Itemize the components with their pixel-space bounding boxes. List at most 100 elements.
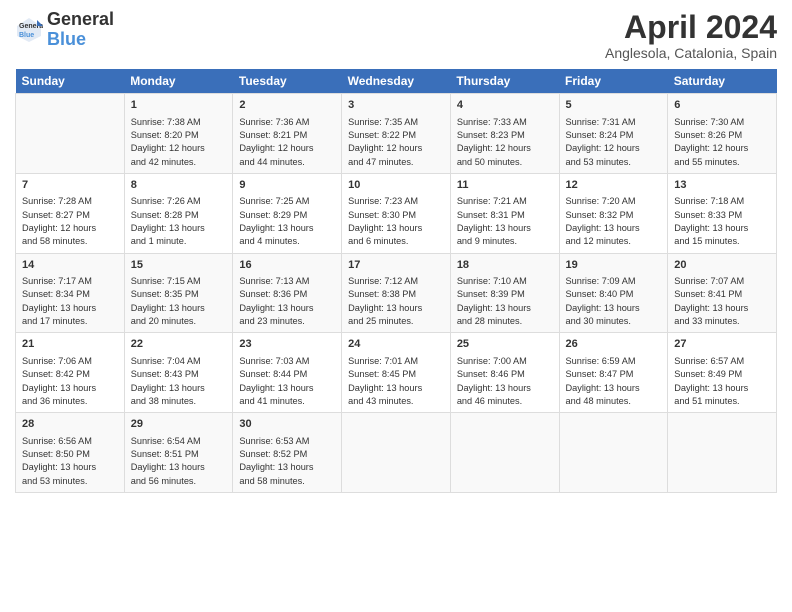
cell-content: Sunrise: 7:06 AMSunset: 8:42 PMDaylight:… [22, 355, 118, 408]
week-row: 14 Sunrise: 7:17 AMSunset: 8:34 PMDayligh… [16, 253, 777, 333]
table-cell: 4Sunrise: 7:33 AMSunset: 8:23 PMDaylight… [450, 94, 559, 174]
cell-content: Sunrise: 7:21 AMSunset: 8:31 PMDaylight:… [457, 195, 553, 248]
table-cell: 17Sunrise: 7:12 AMSunset: 8:38 PMDayligh… [342, 253, 451, 333]
day-number: 4 [457, 98, 553, 113]
day-number: 22 [131, 337, 227, 352]
cell-content: Sunrise: 7:12 AMSunset: 8:38 PMDaylight:… [348, 275, 444, 328]
table-cell: 20Sunrise: 7:07 AMSunset: 8:41 PMDayligh… [668, 253, 777, 333]
table-cell: 29Sunrise: 6:54 AMSunset: 8:51 PMDayligh… [124, 413, 233, 493]
day-number: 6 [674, 98, 770, 113]
day-number: 5 [566, 98, 662, 113]
cell-content: Sunrise: 7:04 AMSunset: 8:43 PMDaylight:… [131, 355, 227, 408]
table-cell: 1 Sunrise: 7:38 AMSunset: 8:20 PMDaylight… [124, 94, 233, 174]
table-cell [342, 413, 451, 493]
day-number: 16 [239, 258, 335, 273]
table-cell: 19 Sunrise: 7:09 AMSunset: 8:40 PMDayligh… [559, 253, 668, 333]
title-block: April 2024 Anglesola, Catalonia, Spain [605, 10, 777, 61]
table-cell: 27Sunrise: 6:57 AMSunset: 8:49 PMDayligh… [668, 333, 777, 413]
table-cell: 28Sunrise: 6:56 AMSunset: 8:50 PMDayligh… [16, 413, 125, 493]
subtitle: Anglesola, Catalonia, Spain [605, 45, 777, 61]
main-title: April 2024 [605, 10, 777, 45]
table-cell: 3 Sunrise: 7:35 AMSunset: 8:22 PMDaylight… [342, 94, 451, 174]
table-cell: 2 Sunrise: 7:36 AMSunset: 8:21 PMDaylight… [233, 94, 342, 174]
table-cell: 23 Sunrise: 7:03 AMSunset: 8:44 PMDayligh… [233, 333, 342, 413]
table-cell [668, 413, 777, 493]
cell-content: Sunrise: 7:20 AMSunset: 8:32 PMDaylight:… [566, 195, 662, 248]
table-cell: 25 Sunrise: 7:00 AMSunset: 8:46 PMDayligh… [450, 333, 559, 413]
col-wednesday: Wednesday [342, 69, 451, 94]
cell-content: Sunrise: 7:25 AMSunset: 8:29 PMDaylight:… [239, 195, 335, 248]
day-number: 8 [131, 178, 227, 193]
cell-content: Sunrise: 7:23 AMSunset: 8:30 PMDaylight:… [348, 195, 444, 248]
day-number: 24 [348, 337, 444, 352]
cell-content: Sunrise: 6:53 AMSunset: 8:52 PMDaylight:… [239, 435, 335, 488]
calendar-table: Sunday Monday Tuesday Wednesday Thursday… [15, 69, 777, 493]
table-cell: 11 Sunrise: 7:21 AMSunset: 8:31 PMDayligh… [450, 173, 559, 253]
header: General Blue GeneralBlue April 2024 Angl… [15, 10, 777, 61]
page: General Blue GeneralBlue April 2024 Angl… [0, 0, 792, 612]
day-number: 21 [22, 337, 118, 352]
cell-content: Sunrise: 7:28 AMSunset: 8:27 PMDaylight:… [22, 195, 118, 248]
col-saturday: Saturday [668, 69, 777, 94]
day-number: 15 [131, 258, 227, 273]
cell-content: Sunrise: 7:36 AMSunset: 8:21 PMDaylight:… [239, 116, 335, 169]
cell-content: Sunrise: 7:18 AMSunset: 8:33 PMDaylight:… [674, 195, 770, 248]
table-cell: 6Sunrise: 7:30 AMSunset: 8:26 PMDaylight… [668, 94, 777, 174]
cell-content: Sunrise: 7:09 AMSunset: 8:40 PMDaylight:… [566, 275, 662, 328]
day-number: 10 [348, 178, 444, 193]
day-number: 12 [566, 178, 662, 193]
day-number: 11 [457, 178, 553, 193]
table-cell: 8 Sunrise: 7:26 AMSunset: 8:28 PMDaylight… [124, 173, 233, 253]
table-cell: 7 Sunrise: 7:28 AMSunset: 8:27 PMDaylight… [16, 173, 125, 253]
cell-content: Sunrise: 7:03 AMSunset: 8:44 PMDaylight:… [239, 355, 335, 408]
day-number: 2 [239, 98, 335, 113]
col-tuesday: Tuesday [233, 69, 342, 94]
table-cell: 24 Sunrise: 7:01 AMSunset: 8:45 PMDayligh… [342, 333, 451, 413]
svg-text:Blue: Blue [19, 32, 34, 39]
day-number: 19 [566, 258, 662, 273]
cell-content: Sunrise: 7:13 AMSunset: 8:36 PMDaylight:… [239, 275, 335, 328]
table-cell [450, 413, 559, 493]
day-number: 23 [239, 337, 335, 352]
cell-content: Sunrise: 7:15 AMSunset: 8:35 PMDaylight:… [131, 275, 227, 328]
table-cell: 5 Sunrise: 7:31 AMSunset: 8:24 PMDaylight… [559, 94, 668, 174]
day-number: 7 [22, 178, 118, 193]
cell-content: Sunrise: 7:26 AMSunset: 8:28 PMDaylight:… [131, 195, 227, 248]
logo: General Blue GeneralBlue [15, 10, 114, 50]
table-cell: 30 Sunrise: 6:53 AMSunset: 8:52 PMDayligh… [233, 413, 342, 493]
day-number: 30 [239, 417, 335, 432]
day-number: 14 [22, 258, 118, 273]
day-number: 25 [457, 337, 553, 352]
table-cell: 14 Sunrise: 7:17 AMSunset: 8:34 PMDayligh… [16, 253, 125, 333]
cell-content: Sunrise: 7:35 AMSunset: 8:22 PMDaylight:… [348, 116, 444, 169]
day-number: 26 [566, 337, 662, 352]
day-number: 13 [674, 178, 770, 193]
week-row: 21 Sunrise: 7:06 AMSunset: 8:42 PMDayligh… [16, 333, 777, 413]
cell-content: Sunrise: 7:38 AMSunset: 8:20 PMDaylight:… [131, 116, 227, 169]
col-thursday: Thursday [450, 69, 559, 94]
logo-icon: General Blue [15, 16, 43, 44]
day-number: 1 [131, 98, 227, 113]
col-monday: Monday [124, 69, 233, 94]
table-cell: 22 Sunrise: 7:04 AMSunset: 8:43 PMDayligh… [124, 333, 233, 413]
header-row: Sunday Monday Tuesday Wednesday Thursday… [16, 69, 777, 94]
table-cell: 16 Sunrise: 7:13 AMSunset: 8:36 PMDayligh… [233, 253, 342, 333]
table-cell [559, 413, 668, 493]
table-cell: 13 Sunrise: 7:18 AMSunset: 8:33 PMDayligh… [668, 173, 777, 253]
day-number: 28 [22, 417, 118, 432]
table-cell: 21 Sunrise: 7:06 AMSunset: 8:42 PMDayligh… [16, 333, 125, 413]
day-number: 3 [348, 98, 444, 113]
cell-content: Sunrise: 7:07 AMSunset: 8:41 PMDaylight:… [674, 275, 770, 328]
col-friday: Friday [559, 69, 668, 94]
cell-content: Sunrise: 7:31 AMSunset: 8:24 PMDaylight:… [566, 116, 662, 169]
table-cell: 26Sunrise: 6:59 AMSunset: 8:47 PMDayligh… [559, 333, 668, 413]
day-number: 9 [239, 178, 335, 193]
cell-content: Sunrise: 7:17 AMSunset: 8:34 PMDaylight:… [22, 275, 118, 328]
week-row: 7 Sunrise: 7:28 AMSunset: 8:27 PMDaylight… [16, 173, 777, 253]
table-cell [16, 94, 125, 174]
cell-content: Sunrise: 7:00 AMSunset: 8:46 PMDaylight:… [457, 355, 553, 408]
day-number: 27 [674, 337, 770, 352]
col-sunday: Sunday [16, 69, 125, 94]
week-row: 1 Sunrise: 7:38 AMSunset: 8:20 PMDaylight… [16, 94, 777, 174]
cell-content: Sunrise: 7:01 AMSunset: 8:45 PMDaylight:… [348, 355, 444, 408]
